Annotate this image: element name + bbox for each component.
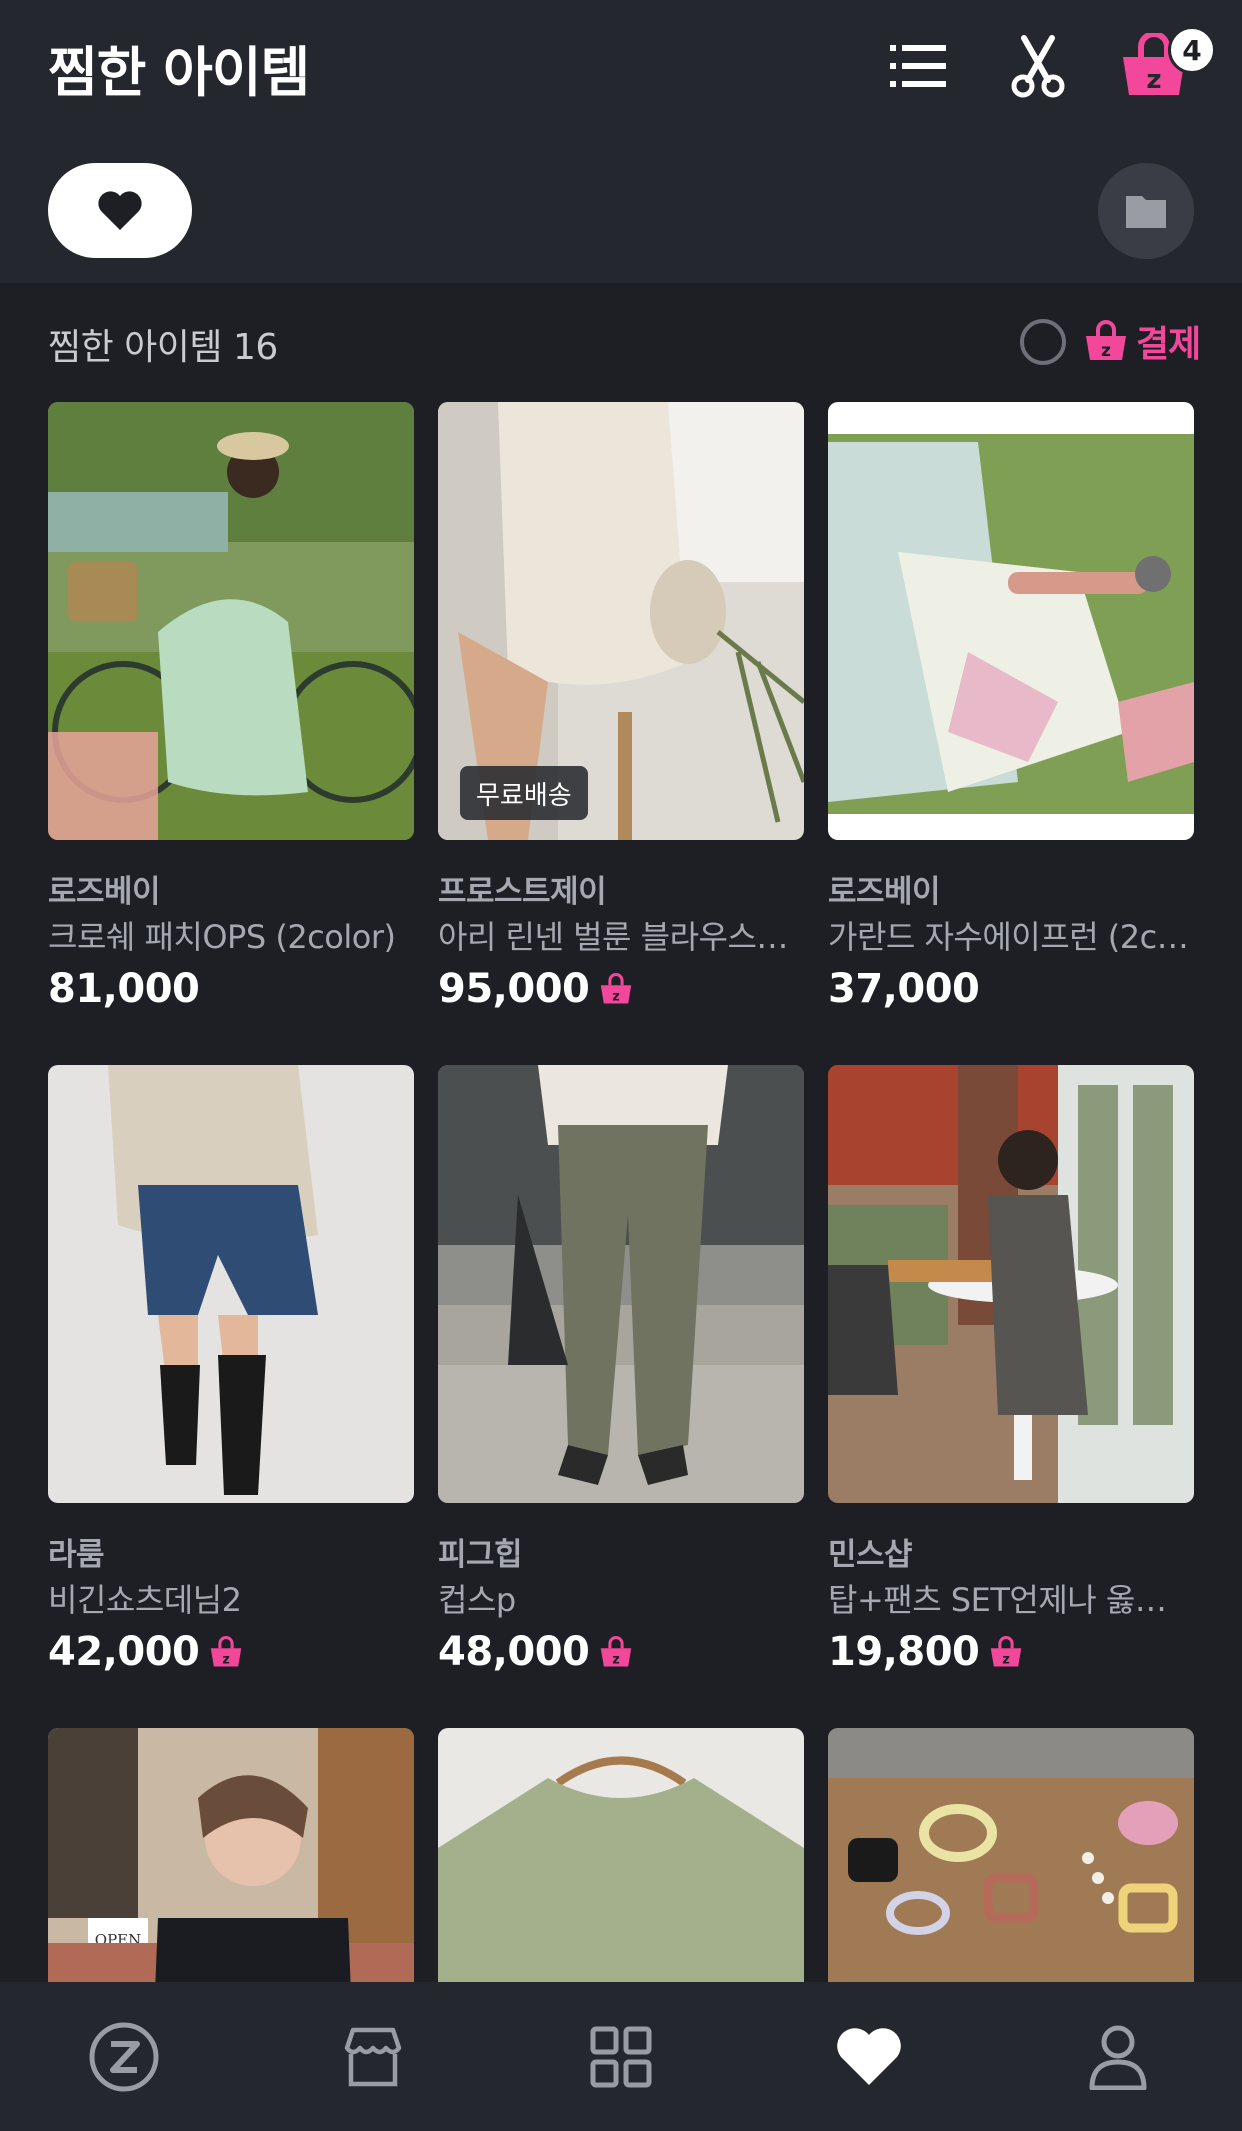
profile-icon <box>1089 2025 1147 2090</box>
product-image[interactable] <box>828 402 1194 840</box>
cart-count-badge: 4 <box>1168 26 1216 74</box>
heart-filter-button[interactable] <box>48 163 192 258</box>
svg-text:z: z <box>613 989 621 1004</box>
product-card[interactable]: OPEN <box>48 1728 414 1982</box>
nav-store[interactable] <box>248 1982 496 2131</box>
store-name: 민스샵 <box>828 1537 913 1573</box>
product-price: 95,000 <box>438 966 590 1012</box>
nav-home[interactable] <box>0 1982 248 2131</box>
product-price: 48,000 <box>438 1629 590 1675</box>
product-image[interactable] <box>828 1065 1194 1503</box>
nav-profile[interactable] <box>994 1982 1242 2131</box>
folder-icon <box>1126 196 1166 228</box>
product-name: 컵스p <box>438 1581 516 1619</box>
store-name: 라룸 <box>48 1537 105 1573</box>
product-card[interactable] <box>828 1728 1194 1982</box>
scissors-icon[interactable] <box>1002 30 1074 102</box>
category-icon <box>590 2026 652 2087</box>
price-row: 42,000 z <box>48 1627 414 1677</box>
product-price: 42,000 <box>48 1629 200 1675</box>
product-price: 37,000 <box>828 966 980 1012</box>
checkout-label: 결제 <box>1136 324 1201 365</box>
product-image[interactable] <box>48 402 414 840</box>
store-name: 로즈베이 <box>48 874 161 910</box>
page-title: 찜한 아이템 <box>48 41 310 104</box>
product-name: 아리 린넨 벌룬 블라우스… <box>438 918 788 956</box>
price-row: 19,800 z <box>828 1627 1194 1677</box>
folder-button[interactable] <box>1098 163 1194 259</box>
product-card[interactable]: 피그힙 컵스p 48,000 z <box>438 1065 804 1677</box>
bottom-nav <box>0 1982 1242 2131</box>
product-image[interactable] <box>828 1728 1194 1982</box>
zigzag-home-icon <box>89 2022 159 2091</box>
heart-icon <box>98 190 142 230</box>
product-card[interactable]: 민스샵 탑+팬츠 SET언제나 옳은… 19,800 z <box>828 1065 1194 1677</box>
product-name: 탑+팬츠 SET언제나 옳은… <box>828 1581 1194 1619</box>
svg-text:z: z <box>613 1652 621 1667</box>
nav-category[interactable] <box>497 1982 745 2131</box>
product-card[interactable]: 로즈베이 크로쉐 패치OPS (2color) 81,000 <box>48 402 414 1014</box>
zpay-bag-icon: z <box>1086 320 1126 361</box>
zpay-bag-icon: z <box>601 973 632 1004</box>
zpay-bag-icon: z <box>211 1636 242 1667</box>
product-price: 81,000 <box>48 966 200 1012</box>
price-row: 37,000 <box>828 964 1194 1014</box>
zpay-bag-icon: z <box>601 1636 632 1667</box>
price-row: 48,000 z <box>438 1627 804 1677</box>
product-card[interactable] <box>438 1728 804 1982</box>
price-row: 81,000 <box>48 964 414 1014</box>
list-icon[interactable] <box>882 30 954 102</box>
select-all-checkbox[interactable] <box>1020 319 1066 365</box>
product-image[interactable] <box>48 1065 414 1503</box>
product-image[interactable]: 무료배송 <box>438 402 804 840</box>
product-image[interactable] <box>438 1065 804 1503</box>
product-image[interactable] <box>438 1728 804 1982</box>
product-image[interactable]: OPEN <box>48 1728 414 1982</box>
zpay-bag-icon: z <box>991 1636 1022 1667</box>
svg-text:z: z <box>1101 341 1111 361</box>
product-grid: 로즈베이 크로쉐 패치OPS (2color) 81,000 무료배송 프로스트… <box>48 402 1194 1982</box>
product-card[interactable]: 무료배송 프로스트제이 아리 린넨 벌룬 블라우스… 95,000 z <box>438 402 804 1014</box>
wishlist-count: 찜한 아이템 16 <box>48 327 278 368</box>
svg-text:z: z <box>1003 1652 1011 1667</box>
store-name: 피그힙 <box>438 1537 523 1573</box>
svg-text:z: z <box>1146 65 1161 95</box>
free-shipping-tag: 무료배송 <box>460 766 588 820</box>
product-card[interactable]: 라룸 비긴쇼츠데님2 42,000 z <box>48 1065 414 1677</box>
product-name: 가란드 자수에이프런 (2c… <box>828 918 1189 956</box>
store-icon <box>344 2027 401 2086</box>
product-name: 비긴쇼츠데님2 <box>48 1581 242 1619</box>
header: 찜한 아이템 z 4 <box>0 0 1242 283</box>
checkout-button[interactable]: z 결제 <box>1084 316 1201 366</box>
heart-icon <box>837 2027 902 2085</box>
product-name: 크로쉐 패치OPS (2color) <box>48 918 396 956</box>
product-price: 19,800 <box>828 1629 980 1675</box>
store-name: 로즈베이 <box>828 874 941 910</box>
price-row: 95,000 z <box>438 964 804 1014</box>
svg-text:z: z <box>223 1652 231 1667</box>
store-name: 프로스트제이 <box>438 874 607 910</box>
product-card[interactable]: 로즈베이 가란드 자수에이프런 (2c… 37,000 <box>828 402 1194 1014</box>
nav-wishlist[interactable] <box>745 1982 993 2131</box>
